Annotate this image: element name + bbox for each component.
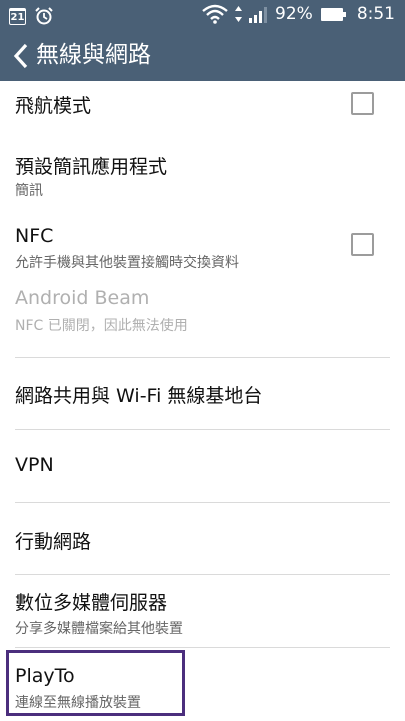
- setting-airplane-mode[interactable]: 飛航模式: [0, 81, 405, 143]
- setting-title: PlayTo: [15, 665, 75, 687]
- page-title: 無線與網路: [36, 42, 151, 68]
- setting-media-server[interactable]: 數位多媒體伺服器 分享多媒體檔案給其他裝置: [0, 575, 405, 648]
- settings-list: 飛航模式 預設簡訊應用程式 簡訊 NFC 允許手機與其他裝置接觸時交換資料 An…: [0, 81, 405, 721]
- calendar-icon: 21: [9, 7, 26, 25]
- setting-vpn[interactable]: VPN: [0, 430, 405, 503]
- wifi-icon: [202, 4, 228, 24]
- setting-title: 網路共用與 Wi-Fi 無線基地台: [15, 385, 263, 407]
- setting-title: 數位多媒體伺服器: [15, 592, 168, 614]
- data-arrows-icon: [235, 6, 243, 22]
- setting-subtitle: 簡訊: [15, 183, 43, 199]
- setting-subtitle: 允許手機與其他裝置接觸時交換資料: [15, 255, 239, 271]
- airplane-mode-checkbox[interactable]: [351, 92, 374, 115]
- setting-default-sms-app[interactable]: 預設簡訊應用程式 簡訊: [0, 143, 405, 209]
- setting-nfc[interactable]: NFC 允許手機與其他裝置接觸時交換資料: [0, 209, 405, 276]
- setting-title: Android Beam: [15, 287, 150, 309]
- setting-mobile-network[interactable]: 行動網路: [0, 503, 405, 575]
- setting-title: 飛航模式: [15, 95, 92, 117]
- battery-icon: [320, 7, 346, 21]
- setting-playto[interactable]: PlayTo 連線至無線播放裝置: [0, 648, 405, 721]
- setting-subtitle: 分享多媒體檔案給其他裝置: [15, 621, 183, 637]
- alarm-icon: [35, 7, 53, 25]
- app-bar: 無線與網路: [0, 31, 405, 81]
- setting-android-beam: Android Beam NFC 已關閉，因此無法使用: [0, 276, 405, 358]
- clock: 8:51: [356, 4, 395, 24]
- setting-subtitle: 連線至無線播放裝置: [15, 695, 141, 711]
- setting-title: NFC: [15, 225, 54, 247]
- setting-title: 預設簡訊應用程式: [15, 156, 168, 178]
- setting-tethering-hotspot[interactable]: 網路共用與 Wi-Fi 無線基地台: [0, 358, 405, 430]
- setting-title: 行動網路: [15, 531, 92, 553]
- signal-icon: [249, 7, 268, 23]
- setting-title: VPN: [15, 454, 54, 476]
- status-bar: 21 92% 8:51: [0, 0, 405, 31]
- setting-subtitle: NFC 已關閉，因此無法使用: [15, 318, 188, 334]
- nfc-checkbox[interactable]: [351, 233, 374, 256]
- battery-percent: 92%: [275, 4, 313, 24]
- back-arrow-icon[interactable]: [12, 43, 30, 69]
